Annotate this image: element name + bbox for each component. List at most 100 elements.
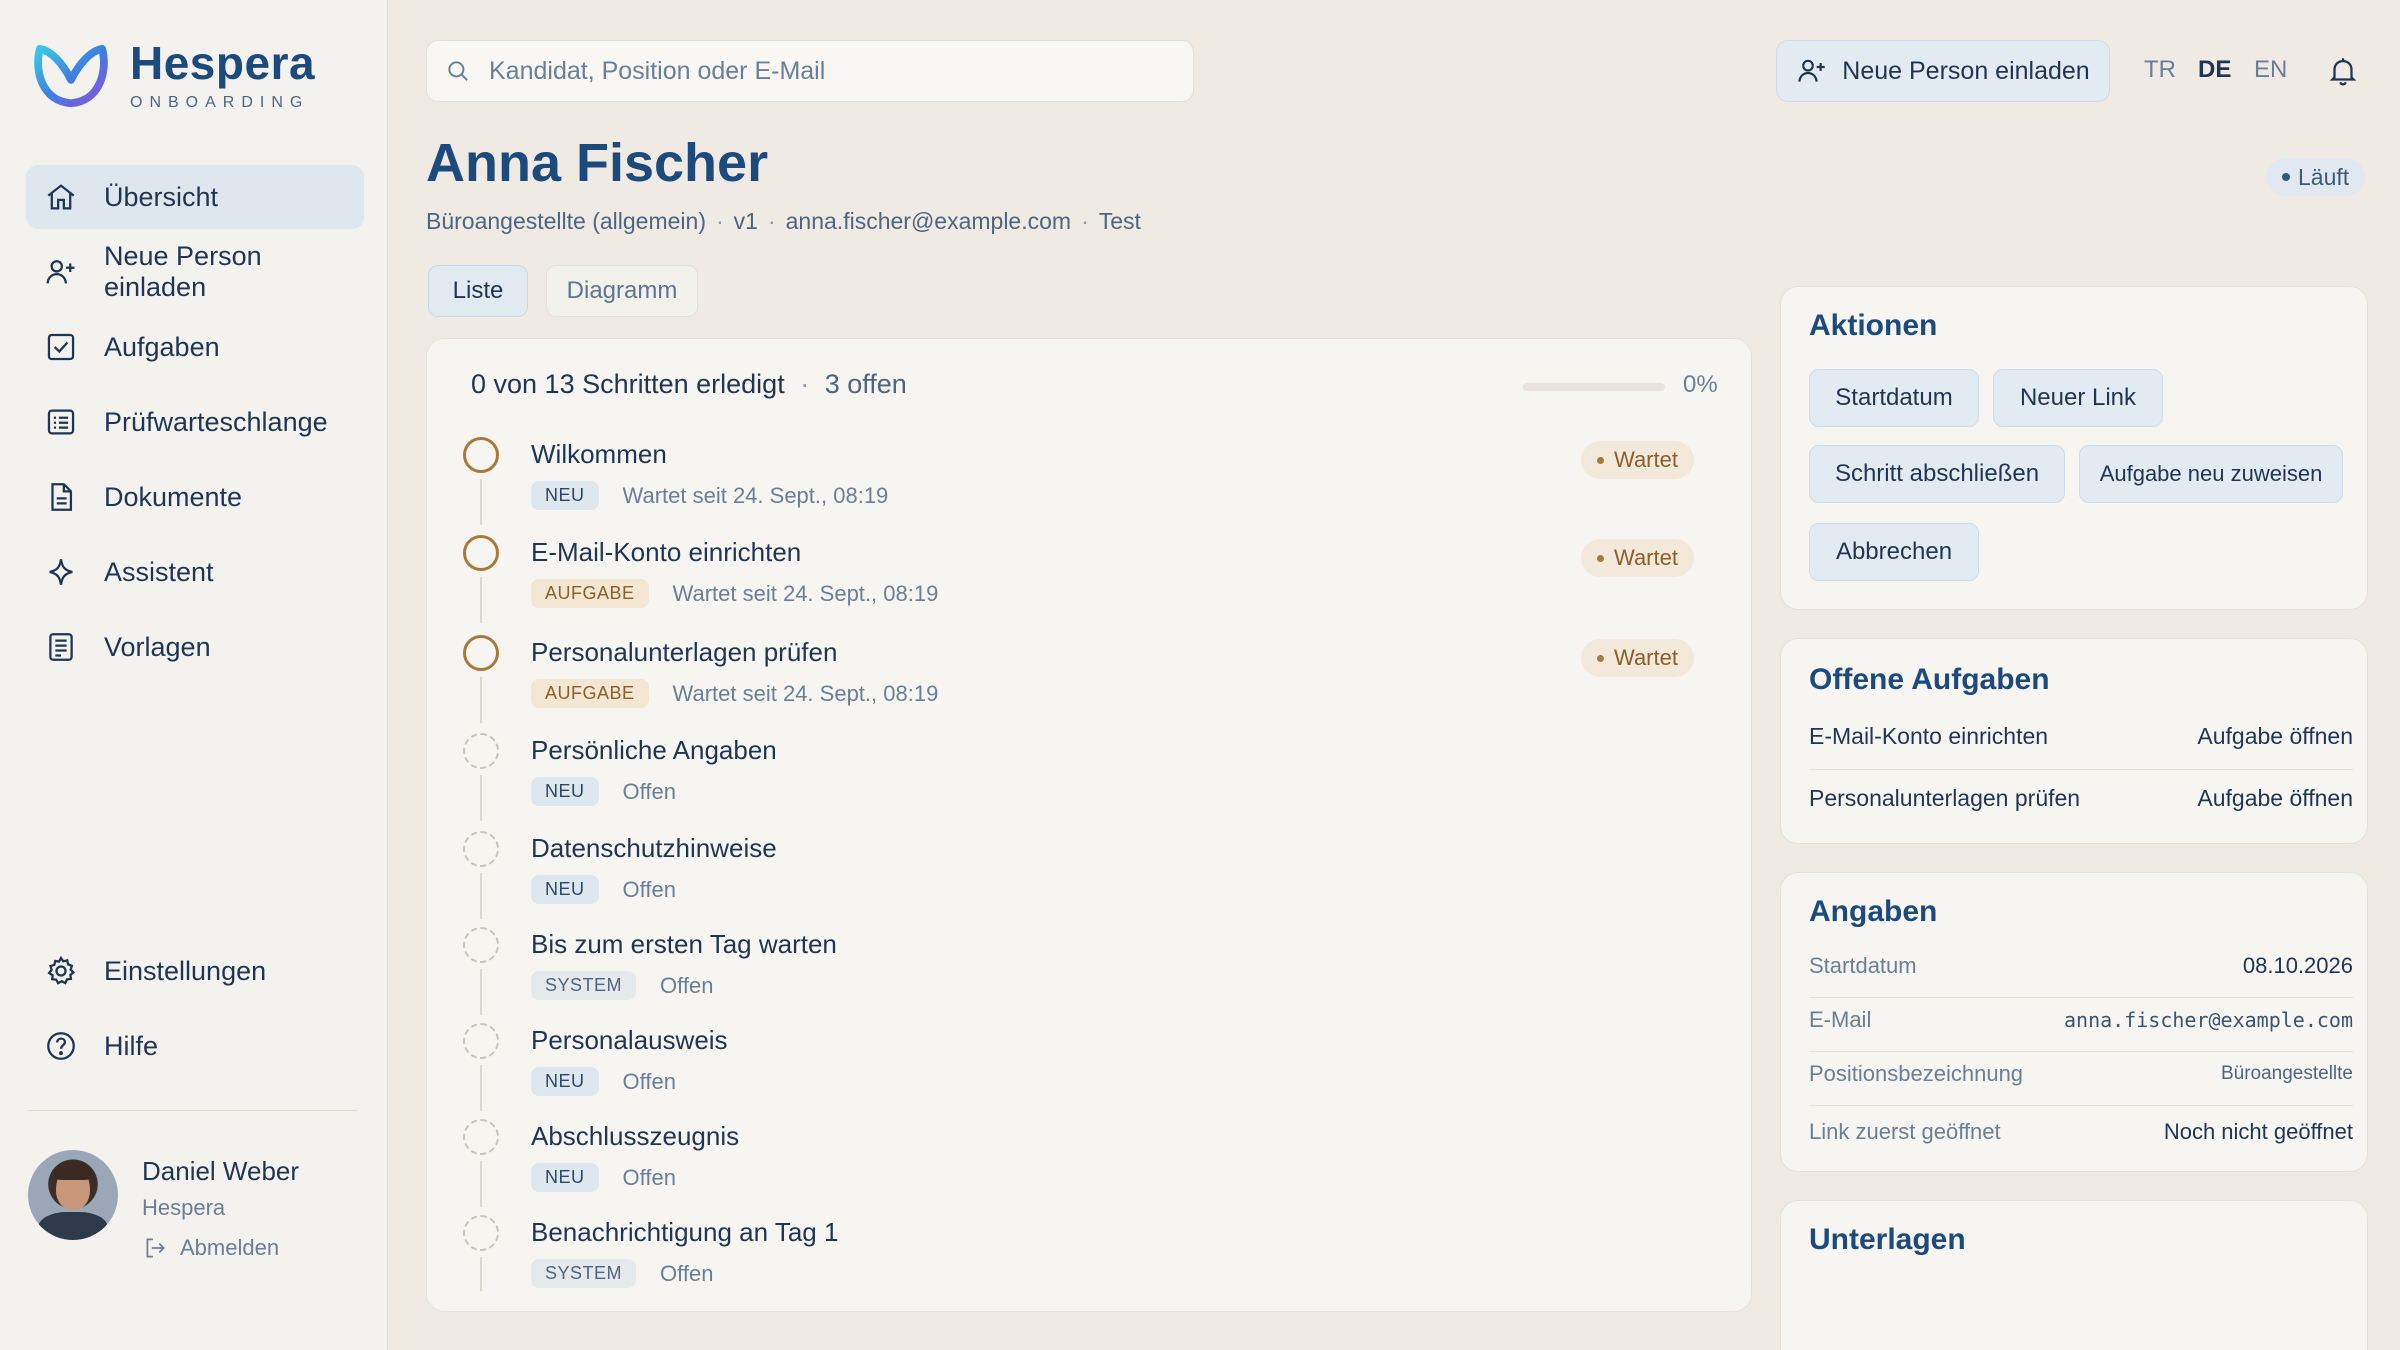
step-title: E-Mail-Konto einrichten xyxy=(531,537,802,567)
complete-step-button[interactable]: Schritt abschließen xyxy=(1809,445,2065,503)
tab-list[interactable]: Liste xyxy=(428,265,528,317)
step-item[interactable]: Personalausweis NEU Offen xyxy=(463,1023,1723,1119)
new-link-button[interactable]: Neuer Link xyxy=(1993,369,2163,427)
wait-badge: Wartet xyxy=(1581,539,1694,577)
sparkle-icon xyxy=(49,559,73,585)
step-item[interactable]: Persönliche Angaben NEU Offen xyxy=(463,733,1723,829)
progress-summary: 0 von 13 Schritten erledigt · 3 offen xyxy=(471,369,907,400)
search-input[interactable] xyxy=(489,56,1169,86)
open-tasks-card: Offene Aufgaben E-Mail-Konto einrichten … xyxy=(1780,638,2368,844)
step-tag: NEU xyxy=(531,777,599,806)
steps-card: 0 von 13 Schritten erledigt · 3 offen 0%… xyxy=(426,338,1752,1312)
startdatum-button[interactable]: Startdatum xyxy=(1809,369,1979,427)
logout-label: Abmelden xyxy=(180,1235,280,1260)
logout-button[interactable]: Abmelden xyxy=(142,1235,299,1261)
row-divider xyxy=(1809,1105,2353,1106)
step-pending-icon xyxy=(463,1023,499,1059)
detail-value: Büroangestellte xyxy=(2220,1063,2353,1084)
invite-person-button[interactable]: Neue Person einladen xyxy=(1776,40,2110,102)
lang-de[interactable]: DE xyxy=(2198,56,2231,84)
step-item[interactable]: Personalunterlagen prüfen AUFGABE Wartet … xyxy=(463,635,1723,731)
sidebar-item-label: Prüfwarteschlange xyxy=(104,406,328,437)
detail-value: Noch nicht geöffnet xyxy=(2163,1119,2353,1144)
bell-icon[interactable] xyxy=(2326,54,2360,88)
sidebar-item-neue-person[interactable]: Neue Person einladen xyxy=(26,240,364,304)
step-status: Wartet seit 24. Sept., 08:19 xyxy=(622,482,889,508)
invite-person-label: Neue Person einladen xyxy=(1842,56,2090,85)
sidebar-item-uebersicht[interactable]: Übersicht xyxy=(26,165,364,229)
sidebar-item-aufgaben[interactable]: Aufgaben xyxy=(26,315,364,379)
meta-separator: · xyxy=(767,208,776,234)
detail-value: anna.fischer@example.com xyxy=(2064,1008,2353,1032)
sidebar-item-hilfe[interactable]: Hilfe xyxy=(26,1014,364,1078)
step-title: Personalunterlagen prüfen xyxy=(531,637,838,667)
details-title: Angaben xyxy=(1809,895,1938,928)
step-status: Offen xyxy=(622,876,676,902)
step-status: Offen xyxy=(622,778,676,804)
row-divider xyxy=(1809,1051,2353,1052)
sidebar-item-einstellungen[interactable]: Einstellungen xyxy=(26,939,364,1003)
step-item[interactable]: Benachrichtigung an Tag 1 SYSTEM Offen xyxy=(463,1215,1723,1311)
open-task-link[interactable]: Aufgabe öffnen xyxy=(2197,785,2353,812)
sidebar-item-label: Vorlagen xyxy=(104,631,211,662)
meta-position: Büroangestellte (allgemein) xyxy=(426,208,706,234)
user-plus-icon xyxy=(46,260,75,284)
step-item[interactable]: Datenschutzhinweise NEU Offen xyxy=(463,831,1723,927)
wait-badge: Wartet xyxy=(1581,639,1694,677)
step-tag: AUFGABE xyxy=(531,579,649,608)
step-status: Offen xyxy=(660,1260,714,1286)
avatar[interactable] xyxy=(28,1150,118,1240)
step-pending-icon xyxy=(463,1215,499,1251)
search-icon xyxy=(448,61,468,81)
brand[interactable]: Hespera ONBOARDING xyxy=(32,40,315,112)
sidebar-item-dokumente[interactable]: Dokumente xyxy=(26,465,364,529)
step-title: Abschlusszeugnis xyxy=(531,1121,740,1151)
sidebar-item-assistent[interactable]: Assistent xyxy=(26,540,364,604)
step-connector xyxy=(480,677,482,723)
step-waiting-icon xyxy=(463,535,499,571)
status-badge: Läuft xyxy=(2266,158,2366,196)
step-item[interactable]: Wilkommen NEU Wartet seit 24. Sept., 08:1… xyxy=(463,437,1723,533)
lang-tr[interactable]: TR xyxy=(2144,56,2176,84)
sidebar-item-label: Einstellungen xyxy=(104,955,267,986)
meta-separator: · xyxy=(1081,208,1089,234)
step-tag: AUFGABE xyxy=(531,679,649,708)
reassign-task-button[interactable]: Aufgabe neu zuweisen xyxy=(2079,445,2343,503)
step-item[interactable]: Bis zum ersten Tag warten SYSTEM Offen xyxy=(463,927,1723,1023)
sidebar-item-vorlagen[interactable]: Vorlagen xyxy=(26,615,364,679)
step-waiting-icon xyxy=(463,635,499,671)
documents-title: Unterlagen xyxy=(1809,1223,1966,1256)
progress-open: 3 offen xyxy=(824,369,907,399)
progress-percent: 0% xyxy=(1683,371,1718,398)
sidebar-item-label: Übersicht xyxy=(104,181,219,212)
sidebar-bottom-nav: Einstellungen Hilfe xyxy=(26,939,364,1089)
step-title: Benachrichtigung an Tag 1 xyxy=(531,1217,839,1247)
meta-env: Test xyxy=(1098,208,1141,234)
step-title: Personalausweis xyxy=(531,1025,728,1055)
user-name: Daniel Weber xyxy=(142,1156,300,1186)
wait-badge: Wartet xyxy=(1581,441,1694,479)
progress-bar xyxy=(1523,383,1665,391)
sidebar-item-label: Neue Person einladen xyxy=(104,241,262,302)
step-status: Wartet seit 24. Sept., 08:19 xyxy=(672,580,939,606)
step-pending-icon xyxy=(463,733,499,769)
open-tasks-title: Offene Aufgaben xyxy=(1809,663,2050,696)
sidebar-item-label: Dokumente xyxy=(104,481,243,512)
open-task-link[interactable]: Aufgabe öffnen xyxy=(2197,723,2353,750)
step-item[interactable]: E-Mail-Konto einrichten AUFGABE Wartet se… xyxy=(463,535,1723,631)
step-status: Wartet seit 24. Sept., 08:19 xyxy=(672,680,939,706)
page-title: Anna Fischer xyxy=(426,133,769,193)
cancel-button[interactable]: Abbrechen xyxy=(1809,523,1979,581)
tab-diagram[interactable]: Diagramm xyxy=(546,265,698,317)
user-plus-icon xyxy=(1798,59,1825,82)
step-connector xyxy=(480,873,482,919)
sidebar-item-pruefwarteschlange[interactable]: Prüfwarteschlange xyxy=(26,390,364,454)
gear-icon xyxy=(47,955,76,985)
step-item[interactable]: Abschlusszeugnis NEU Offen xyxy=(463,1119,1723,1215)
step-pending-icon xyxy=(463,831,499,867)
step-status: Offen xyxy=(660,972,714,998)
lang-en[interactable]: EN xyxy=(2254,56,2287,84)
detail-row: Link zuerst geöffnet Noch nicht geöffnet xyxy=(1809,1119,2353,1145)
step-connector xyxy=(480,577,482,623)
step-tag: NEU xyxy=(531,875,599,904)
